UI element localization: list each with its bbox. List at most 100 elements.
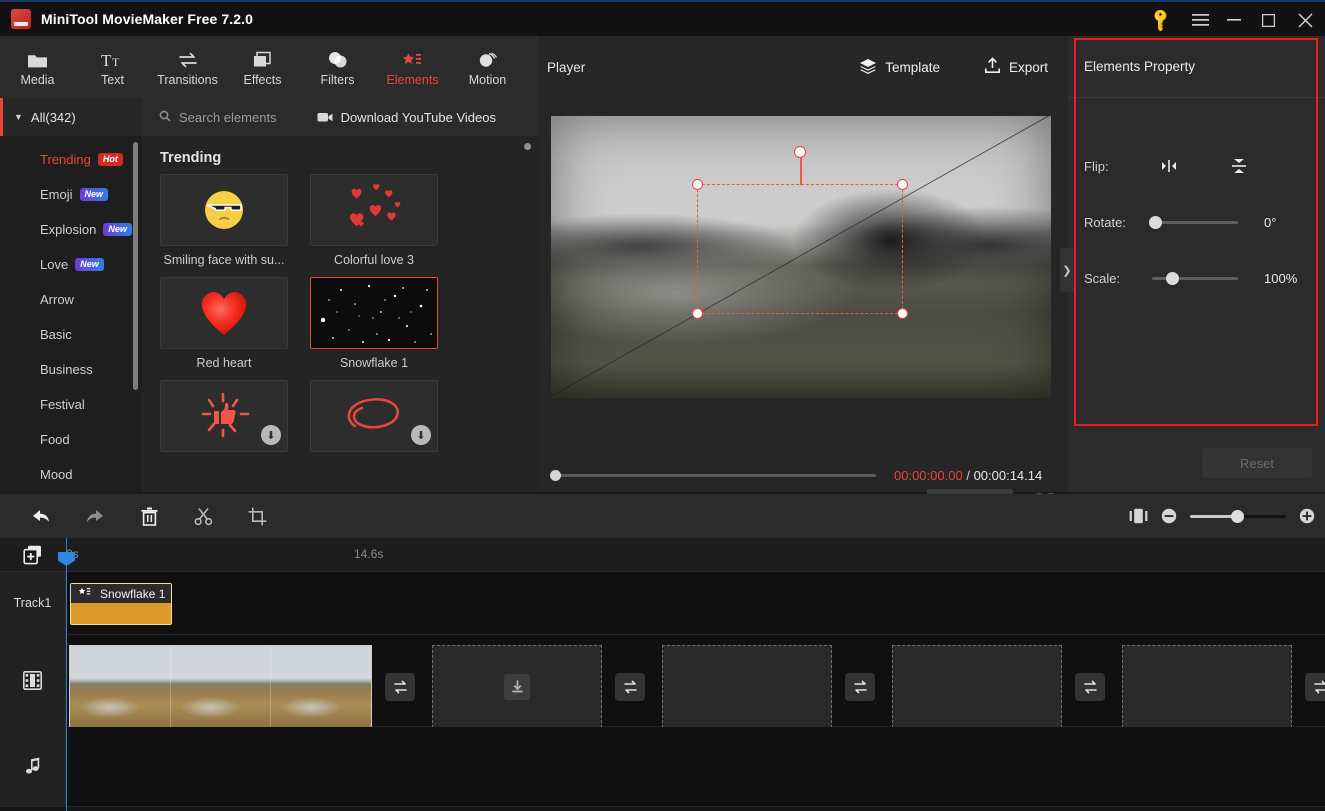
hamburger-menu-icon[interactable] <box>1183 2 1217 38</box>
resize-handle-top-right[interactable] <box>897 179 908 190</box>
video-preview[interactable] <box>551 116 1051 398</box>
rotate-value: 0° <box>1264 214 1277 230</box>
sidebar-scrollbar[interactable] <box>133 142 138 390</box>
element-selection-box[interactable] <box>692 146 908 319</box>
minimize-icon[interactable] <box>1217 2 1251 38</box>
export-button[interactable]: Export <box>984 57 1048 77</box>
undo-icon[interactable] <box>14 507 68 525</box>
element-card[interactable]: Red heart <box>160 277 288 370</box>
element-card[interactable]: ⬇ <box>310 380 438 459</box>
track1-body[interactable]: Snowflake 1 <box>66 572 1325 634</box>
window-titlebar: MiniTool MovieMaker Free 7.2.0 🔑 <box>0 0 1325 36</box>
sidebar-item-food[interactable]: Food <box>0 422 142 457</box>
sidebar-item-business[interactable]: Business <box>0 352 142 387</box>
download-youtube-button[interactable]: Download YouTube Videos <box>317 110 496 125</box>
tab-filters[interactable]: Filters <box>300 36 375 98</box>
resize-handle-top-left[interactable] <box>692 179 703 190</box>
sidebar-item-trending[interactable]: Trending Hot <box>0 142 142 177</box>
element-card[interactable]: Snowflake 1 <box>310 277 438 370</box>
playhead[interactable] <box>58 538 75 811</box>
rotate-handle[interactable] <box>794 146 806 158</box>
add-media-icon[interactable] <box>0 538 66 572</box>
rotate-row: Rotate: 0° <box>1084 194 1325 250</box>
maximize-icon[interactable] <box>1251 2 1285 38</box>
key-icon[interactable]: 🔑 <box>1147 6 1175 34</box>
grid-scroll-indicator[interactable] <box>524 143 531 150</box>
scissors-icon[interactable] <box>176 507 230 526</box>
tab-elements[interactable]: Elements <box>375 36 450 98</box>
tab-media[interactable]: Media <box>0 36 75 98</box>
video-track-body[interactable] <box>66 635 1325 728</box>
transition-button[interactable] <box>615 673 645 701</box>
seek-slider[interactable] <box>550 469 876 481</box>
sidebar-item-emoji[interactable]: Emoji New <box>0 177 142 212</box>
transition-button[interactable] <box>845 673 875 701</box>
trash-icon[interactable] <box>122 507 176 526</box>
tab-text[interactable]: TT Text <box>75 36 150 98</box>
download-icon[interactable]: ⬇ <box>411 425 431 445</box>
tab-transitions[interactable]: Transitions <box>150 36 225 98</box>
sidebar-item-label: Love <box>40 257 69 272</box>
transition-button[interactable] <box>1305 673 1325 701</box>
zoom-out-icon[interactable] <box>1161 508 1177 524</box>
flip-vertical-icon[interactable] <box>1222 155 1256 177</box>
crop-icon[interactable] <box>230 507 284 526</box>
element-card[interactable]: ⬇ <box>160 380 288 459</box>
sidebar-item-mood[interactable]: Mood <box>0 457 142 492</box>
hearts-icon <box>350 184 401 227</box>
transition-button[interactable] <box>385 673 415 701</box>
template-label: Template <box>885 59 940 75</box>
scale-slider[interactable] <box>1152 271 1238 285</box>
sidebar-item-arrow[interactable]: Arrow <box>0 282 142 317</box>
audio-track-body[interactable] <box>66 727 1325 806</box>
tab-motion[interactable]: Motion <box>450 36 525 98</box>
clip-placeholder[interactable] <box>432 645 602 728</box>
track1-label: Track1 <box>0 572 66 634</box>
element-card[interactable]: Colorful love 3 <box>310 174 438 267</box>
chevron-right-icon[interactable]: ❯ <box>1060 248 1074 292</box>
template-button[interactable]: Template <box>859 58 940 77</box>
element-thumbnail[interactable] <box>160 174 288 246</box>
download-icon[interactable]: ⬇ <box>261 425 281 445</box>
sidebar-item-festival[interactable]: Festival <box>0 387 142 422</box>
redo-icon[interactable] <box>68 507 122 525</box>
element-thumbnail[interactable] <box>160 277 288 349</box>
timeline-ruler[interactable]: 0s 14.6s <box>66 538 1325 572</box>
zoom-in-icon[interactable] <box>1299 508 1315 524</box>
sidebar-item-explosion[interactable]: Explosion New <box>0 212 142 247</box>
tab-effects[interactable]: Effects <box>225 36 300 98</box>
sidebar-item-basic[interactable]: Basic <box>0 317 142 352</box>
element-clip[interactable]: Snowflake 1 <box>70 583 172 625</box>
resize-handle-bottom-left[interactable] <box>692 308 703 319</box>
sidebar-item-label: Explosion <box>40 222 97 237</box>
element-thumbnail[interactable] <box>310 277 438 349</box>
scale-knob[interactable] <box>1166 271 1179 285</box>
close-icon[interactable] <box>1285 2 1325 38</box>
zoom-knob[interactable] <box>1231 509 1244 523</box>
reset-button[interactable]: Reset <box>1202 448 1312 478</box>
clip-placeholder[interactable] <box>662 645 832 728</box>
seek-knob[interactable] <box>550 469 561 481</box>
transition-button[interactable] <box>1075 673 1105 701</box>
fit-timeline-icon[interactable] <box>1129 508 1148 524</box>
red-heart-icon <box>201 292 247 335</box>
sidebar-item-love[interactable]: Love New <box>0 247 142 282</box>
time-display: 00:00:00.00 / 00:00:14.14 <box>894 468 1042 483</box>
zoom-slider-fill <box>1190 514 1237 518</box>
clip-placeholder[interactable] <box>892 645 1062 728</box>
sidebar-item-all[interactable]: ▼ All(342) <box>0 98 142 136</box>
rotate-knob[interactable] <box>1149 215 1162 229</box>
zoom-slider[interactable] <box>1190 509 1286 523</box>
flip-row: Flip: <box>1084 138 1325 194</box>
element-card[interactable]: Smiling face with su... <box>160 174 288 267</box>
resize-handle-bottom-right[interactable] <box>897 308 908 319</box>
element-thumbnail[interactable]: ⬇ <box>310 380 438 452</box>
element-thumbnail[interactable]: ⬇ <box>160 380 288 452</box>
video-clip[interactable] <box>69 645 372 728</box>
element-thumbnail[interactable] <box>310 174 438 246</box>
flip-horizontal-icon[interactable] <box>1152 159 1186 173</box>
rotate-slider[interactable] <box>1149 215 1238 229</box>
search-input[interactable]: Search elements <box>179 110 277 125</box>
clip-placeholder[interactable] <box>1122 645 1292 728</box>
thumbs-up-icon <box>201 392 250 438</box>
